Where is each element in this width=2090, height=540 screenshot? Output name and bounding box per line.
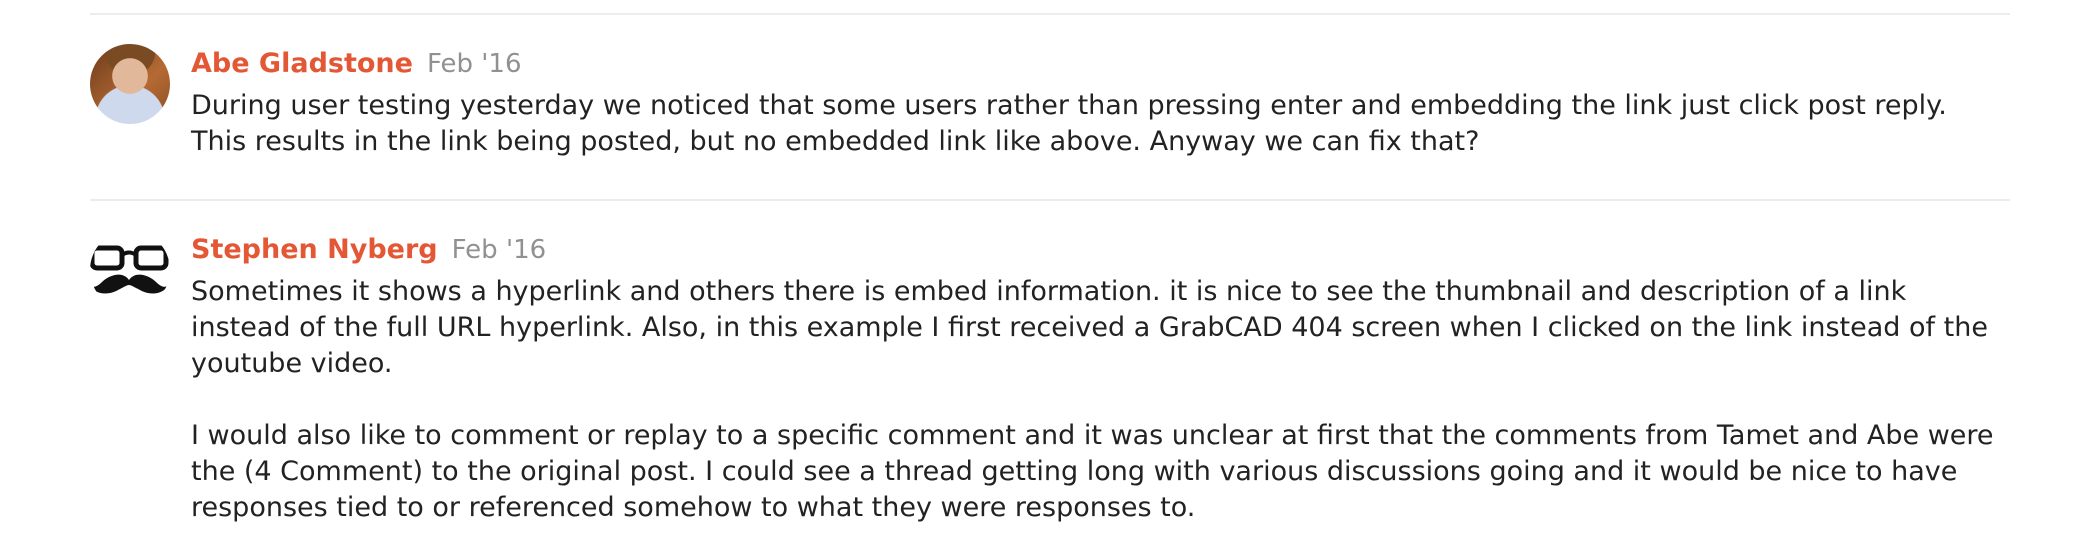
post-meta: Abe Gladstone Feb '16 (191, 44, 2010, 84)
user-photo-avatar[interactable] (90, 44, 170, 124)
post-date[interactable]: Feb '16 (427, 49, 522, 79)
glasses-mustache-avatar[interactable] (90, 230, 170, 310)
paragraph: I would also like to comment or replay t… (191, 420, 1994, 523)
username[interactable]: Abe Gladstone (191, 48, 413, 79)
post-date[interactable]: Feb '16 (452, 235, 547, 265)
username[interactable]: Stephen Nyberg (191, 234, 438, 265)
post-text: Sometimes it shows a hyperlink and other… (191, 274, 2010, 526)
post-text: During user testing yesterday we noticed… (191, 88, 2010, 160)
post-content: Stephen Nyberg Feb '16 Sometimes it shows… (191, 230, 2010, 526)
post-meta: Stephen Nyberg Feb '16 (191, 230, 2010, 270)
post-divider (90, 199, 2010, 201)
paragraph: Sometimes it shows a hyperlink and other… (191, 276, 1988, 379)
glasses-mustache-icon (90, 245, 170, 294)
paragraph: During user testing yesterday we noticed… (191, 90, 1947, 157)
top-divider (90, 13, 2010, 15)
post-content: Abe Gladstone Feb '16 During user testing… (191, 44, 2010, 160)
